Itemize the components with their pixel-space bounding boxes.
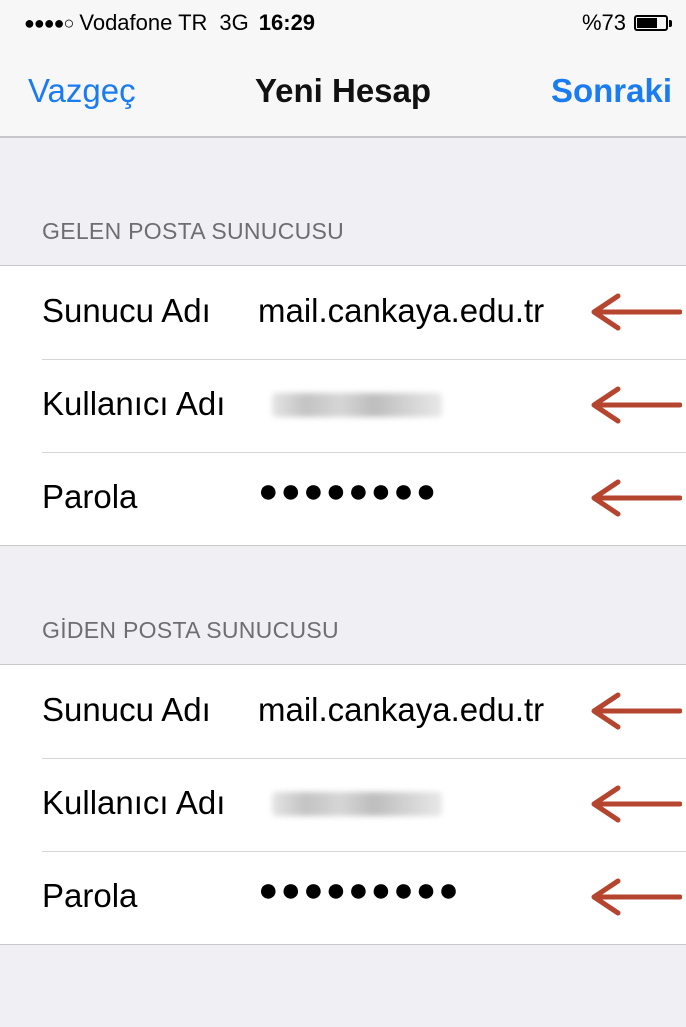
network-type: 3G (219, 10, 249, 35)
status-left: ●●●●○ Vodafone TR 3G 16:29 (24, 10, 315, 36)
outgoing-username-row[interactable]: Kullanıcı Adı (0, 758, 686, 851)
battery-percent: %73 (581, 10, 626, 35)
left-arrow-icon (591, 785, 682, 823)
outgoing-section-header: GİDEN POSTA SUNUCUSU (42, 617, 339, 643)
incoming-server-group: Sunucu Adı mail.cankaya.edu.tr Kullanıcı… (0, 265, 686, 546)
outgoing-username-field[interactable] (272, 792, 442, 816)
outgoing-host-row[interactable]: Sunucu Adı mail.cankaya.edu.tr (0, 665, 686, 758)
status-right: %73 (582, 10, 672, 36)
incoming-host-field[interactable]: mail.cankaya.edu.tr (258, 292, 544, 330)
incoming-section-header: GELEN POSTA SUNUCUSU (42, 218, 345, 244)
navigation-bar: Vazgeç Yeni Hesap Sonraki (0, 48, 686, 138)
left-arrow-icon (591, 386, 682, 424)
incoming-host-row[interactable]: Sunucu Adı mail.cankaya.edu.tr (0, 266, 686, 359)
outgoing-server-group: Sunucu Adı mail.cankaya.edu.tr Kullanıcı… (0, 664, 686, 945)
outgoing-password-label: Parola (42, 877, 138, 914)
next-button[interactable]: Sonraki (551, 72, 672, 110)
incoming-username-label: Kullanıcı Adı (42, 385, 226, 422)
outgoing-password-field[interactable]: ●●●●●●●●● (258, 871, 461, 910)
cancel-button[interactable]: Vazgeç (28, 72, 136, 110)
incoming-host-label: Sunucu Adı (42, 292, 211, 329)
signal-dots-icon: ●●●●○ (24, 12, 74, 33)
left-arrow-icon (591, 293, 682, 331)
battery-fill (637, 18, 657, 28)
carrier-name: Vodafone TR (79, 10, 208, 35)
left-arrow-icon (591, 878, 682, 916)
incoming-username-row[interactable]: Kullanıcı Adı (0, 359, 686, 452)
outgoing-host-label: Sunucu Adı (42, 691, 211, 728)
outgoing-username-label: Kullanıcı Adı (42, 784, 226, 821)
left-arrow-icon (591, 692, 682, 730)
status-bar: ●●●●○ Vodafone TR 3G 16:29 %73 (0, 0, 686, 48)
left-arrow-icon (591, 479, 682, 517)
status-time: 16:29 (258, 10, 316, 35)
incoming-username-field[interactable] (272, 393, 442, 417)
outgoing-host-field[interactable]: mail.cankaya.edu.tr (258, 691, 544, 729)
battery-icon (634, 15, 668, 31)
incoming-password-label: Parola (42, 478, 138, 515)
incoming-password-row[interactable]: Parola ●●●●●●●● (0, 452, 686, 545)
outgoing-password-row[interactable]: Parola ●●●●●●●●● (0, 851, 686, 944)
incoming-password-field[interactable]: ●●●●●●●● (258, 472, 438, 511)
battery-tip (669, 19, 672, 27)
